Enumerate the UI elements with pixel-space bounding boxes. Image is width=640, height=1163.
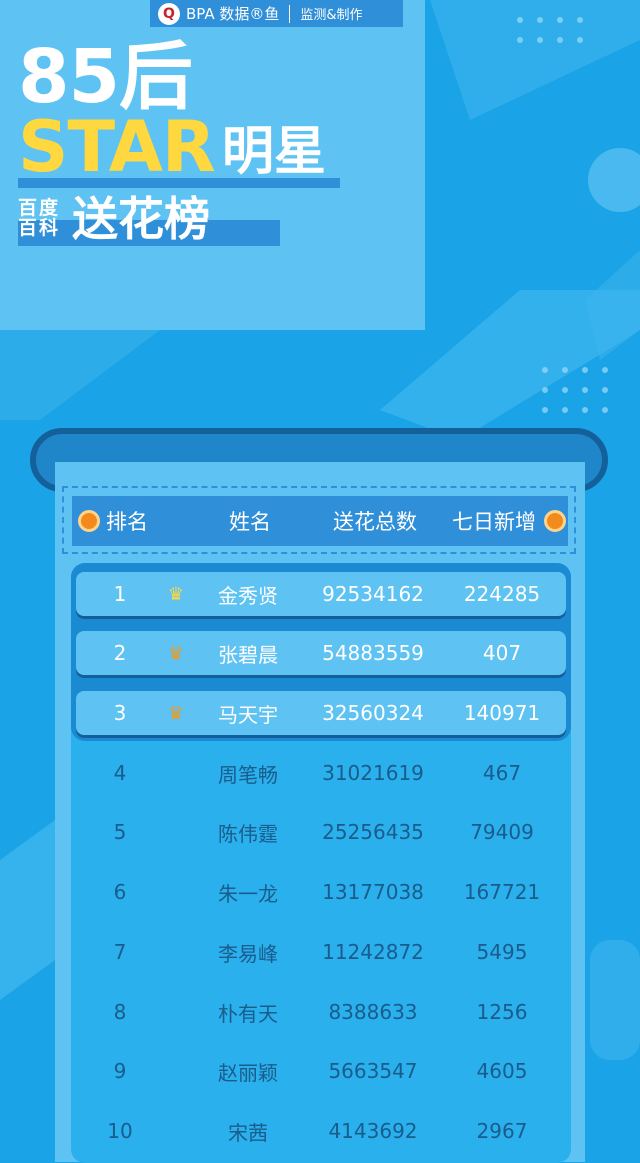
baidu-baike-logo: 百度百科 [18,197,61,239]
rank-cell: 3 [113,701,127,725]
name-cell: 陈伟霆 [218,821,278,846]
new-cell: 5495 [476,940,528,964]
name-cell: 金秀贤 [218,583,278,608]
title-songhua: 送花榜 [72,192,210,246]
new-cell: 467 [482,761,522,785]
table-row: 8 朴有天 8388633 1256 [76,990,566,1034]
total-cell: 32560324 [322,701,424,725]
brand-divider [289,4,291,23]
fish-icon: Q [158,2,180,25]
new-cell: 140971 [463,701,541,725]
rank-cell: 5 [113,820,127,844]
new-cell: 167721 [463,880,541,904]
new-cell: 1256 [476,1000,528,1024]
rank-cell: 1 [113,582,127,606]
table-row: 7 李易峰 11242872 5495 [76,930,566,974]
total-cell: 8388633 [328,1000,418,1024]
new-cell: 224285 [463,582,541,606]
new-cell: 2967 [476,1119,528,1143]
orange-dot-icon [544,510,566,532]
header-total: 送花总数 [333,510,417,534]
rank-cell: 4 [113,761,127,785]
name-cell: 马天宇 [218,702,278,727]
name-cell: 宋茜 [228,1120,268,1145]
header-name: 姓名 [229,510,271,534]
name-cell: 李易峰 [218,941,278,966]
table-row: 2 ♛ 张碧晨 54883559 407 [76,631,566,675]
table-row: 5 陈伟霆 25256435 79409 [76,810,566,854]
name-cell: 张碧晨 [218,642,278,667]
header-new: 七日新增 [452,510,536,534]
brand-subtitle: 监测&制作 [300,8,363,23]
orange-dot-icon [78,510,100,532]
table-row: 4 周笔畅 31021619 467 [76,751,566,795]
crown-icon: ♛ [167,642,185,664]
title-mingxing: 明星 [222,122,327,182]
table-row: 3 ♛ 马天宇 32560324 140971 [76,691,566,735]
title-85: 85后 [18,34,193,120]
name-cell: 周笔畅 [218,762,278,787]
name-cell: 朱一龙 [218,881,278,906]
rank-cell: 6 [113,880,127,904]
table-row: 1 ♛ 金秀贤 92534162 224285 [76,572,566,616]
table-row: 6 朱一龙 13177038 167721 [76,870,566,914]
table-header: 排名 姓名 送花总数 七日新增 [72,496,568,546]
new-cell: 4605 [476,1059,528,1083]
header-rank: 排名 [106,510,148,534]
table-row: 10 宋茜 4143692 2967 [76,1109,566,1153]
new-cell: 79409 [470,820,534,844]
brand-name: BPA 数据®鱼 [186,5,280,23]
name-cell: 赵丽颖 [218,1060,278,1085]
rank-cell: 9 [113,1059,127,1083]
table-row: 9 赵丽颖 5663547 4605 [76,1049,566,1093]
crown-icon: ♛ [167,583,185,605]
rank-cell: 10 [107,1119,133,1143]
total-cell: 4143692 [328,1119,418,1143]
total-cell: 54883559 [322,641,424,665]
total-cell: 11242872 [322,940,424,964]
total-cell: 5663547 [328,1059,418,1083]
brand-bar: Q BPA 数据®鱼 监测&制作 [150,0,403,27]
crown-icon: ♛ [167,702,185,724]
title-star: STAR [18,106,216,188]
rank-cell: 7 [113,940,127,964]
total-cell: 25256435 [322,820,424,844]
total-cell: 92534162 [322,582,424,606]
total-cell: 13177038 [322,880,424,904]
new-cell: 407 [482,641,522,665]
total-cell: 31021619 [322,761,424,785]
name-cell: 朴有天 [218,1001,278,1026]
rank-cell: 2 [113,641,127,665]
rank-cell: 8 [113,1000,127,1024]
